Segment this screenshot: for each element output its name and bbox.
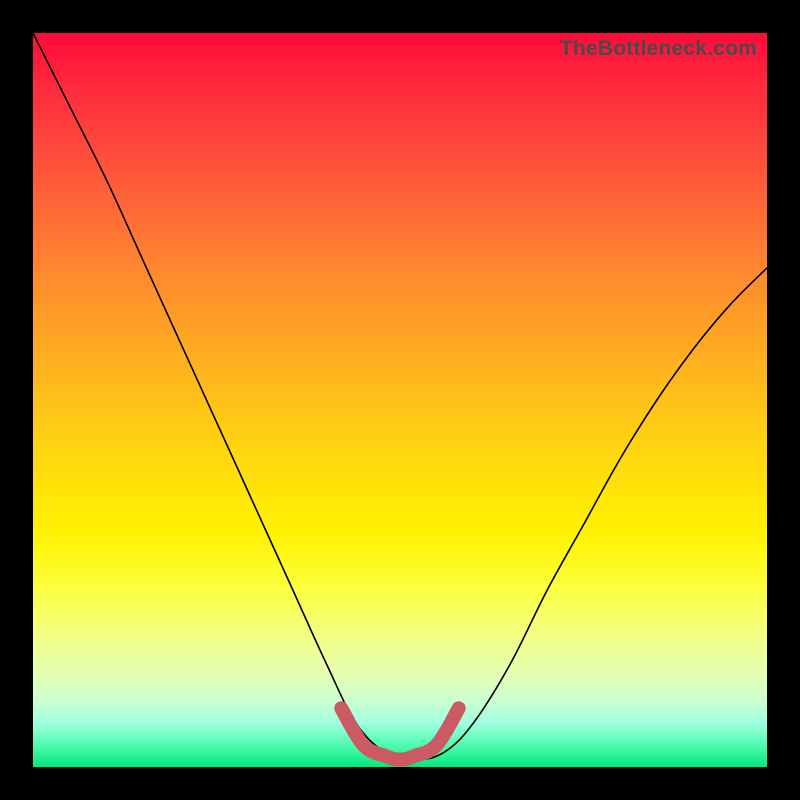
chart-svg — [33, 33, 767, 767]
plot-area: TheBottleneck.com — [33, 33, 767, 767]
curve-line — [33, 33, 767, 760]
chart-frame: TheBottleneck.com — [0, 0, 800, 800]
valley-highlight — [341, 708, 458, 759]
